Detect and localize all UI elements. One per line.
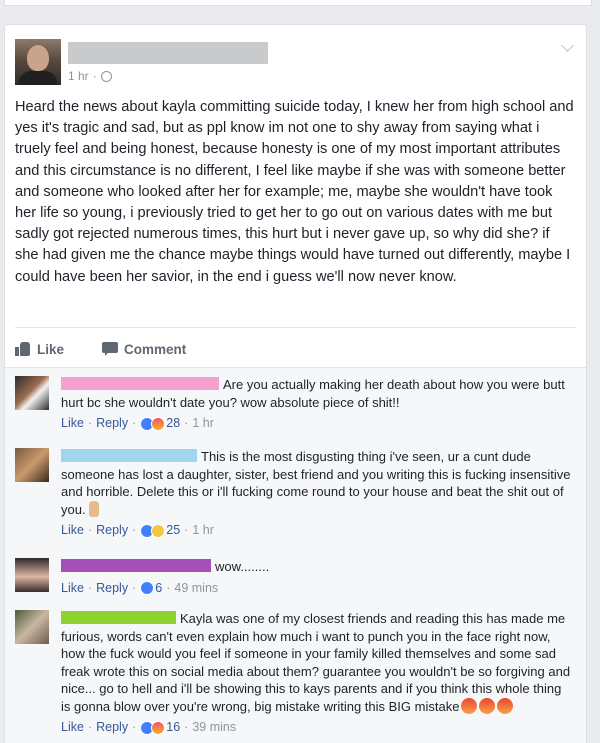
comment-like-link[interactable]: Like — [61, 415, 84, 433]
angry-emoji-icon — [497, 697, 514, 714]
thumbs-up-icon — [15, 342, 31, 356]
comment-reply-link[interactable]: Reply — [96, 415, 128, 433]
comment-time[interactable]: 49 mins — [174, 580, 218, 598]
chevron-down-icon[interactable] — [561, 39, 574, 52]
comment-text: wow........ — [215, 559, 270, 574]
comment-meta: Like · Reply · 16 · 39 mins — [61, 719, 571, 737]
comment-time[interactable]: 1 hr — [192, 522, 214, 540]
like-reaction-icon — [140, 581, 155, 596]
angry-reaction-icon — [151, 720, 166, 735]
post-timestamp: 1 hr · — [68, 69, 112, 83]
comment-like-link[interactable]: Like — [61, 522, 84, 540]
comment-button[interactable]: Comment — [102, 338, 186, 360]
post-actions: Like Comment — [15, 338, 186, 360]
reaction-count[interactable]: 16 — [166, 719, 180, 737]
middle-finger-emoji-icon — [88, 500, 99, 517]
post-time[interactable]: 1 hr — [68, 69, 89, 83]
commenter-avatar[interactable] — [15, 376, 49, 410]
commenter-name-redacted[interactable] — [61, 377, 219, 390]
comment-meta: Like · Reply · 6 · 49 mins — [61, 580, 571, 598]
commenter-avatar[interactable] — [15, 448, 49, 482]
reaction-icons[interactable] — [140, 720, 166, 735]
comment-time[interactable]: 39 mins — [192, 719, 236, 737]
comments-section: Are you actually making her death about … — [5, 367, 586, 743]
divider — [15, 327, 576, 328]
globe-icon — [100, 70, 112, 82]
comment-text: Kayla was one of my closest friends and … — [61, 611, 571, 714]
comment-reply-link[interactable]: Reply — [96, 580, 128, 598]
previous-post-edge — [0, 0, 600, 22]
commenter-avatar[interactable] — [15, 610, 49, 644]
post-body: Heard the news about kayla committing su… — [15, 99, 574, 285]
author-name-redacted — [68, 42, 268, 64]
comment-like-link[interactable]: Like — [61, 719, 84, 737]
angry-reaction-icon — [151, 416, 166, 431]
reaction-count[interactable]: 28 — [166, 415, 180, 433]
commenter-avatar[interactable] — [15, 558, 49, 592]
commenter-name-redacted[interactable] — [61, 611, 176, 624]
reaction-icons[interactable] — [140, 416, 166, 431]
reaction-count[interactable]: 25 — [166, 522, 180, 540]
author-avatar[interactable] — [15, 39, 61, 85]
comment-meta: Like · Reply · 25 · 1 hr — [61, 522, 571, 540]
comment-meta: Like · Reply · 28 · 1 hr — [61, 415, 571, 433]
comment-icon — [102, 342, 119, 356]
comment-reply-link[interactable]: Reply — [96, 522, 128, 540]
post-card: 1 hr · Heard the news about kayla commit… — [4, 24, 587, 743]
angry-emoji-icon — [461, 697, 478, 714]
like-button[interactable]: Like — [15, 338, 64, 360]
reaction-icons[interactable] — [140, 581, 155, 596]
comment-like-link[interactable]: Like — [61, 580, 84, 598]
comment-reply-link[interactable]: Reply — [96, 719, 128, 737]
reaction-icons[interactable] — [140, 523, 166, 538]
commenter-name-redacted[interactable] — [61, 449, 197, 462]
sad-reaction-icon — [151, 523, 166, 538]
reaction-count[interactable]: 6 — [155, 580, 162, 598]
angry-emoji-icon — [479, 697, 496, 714]
comment-time[interactable]: 1 hr — [192, 415, 214, 433]
commenter-name-redacted[interactable] — [61, 559, 211, 572]
